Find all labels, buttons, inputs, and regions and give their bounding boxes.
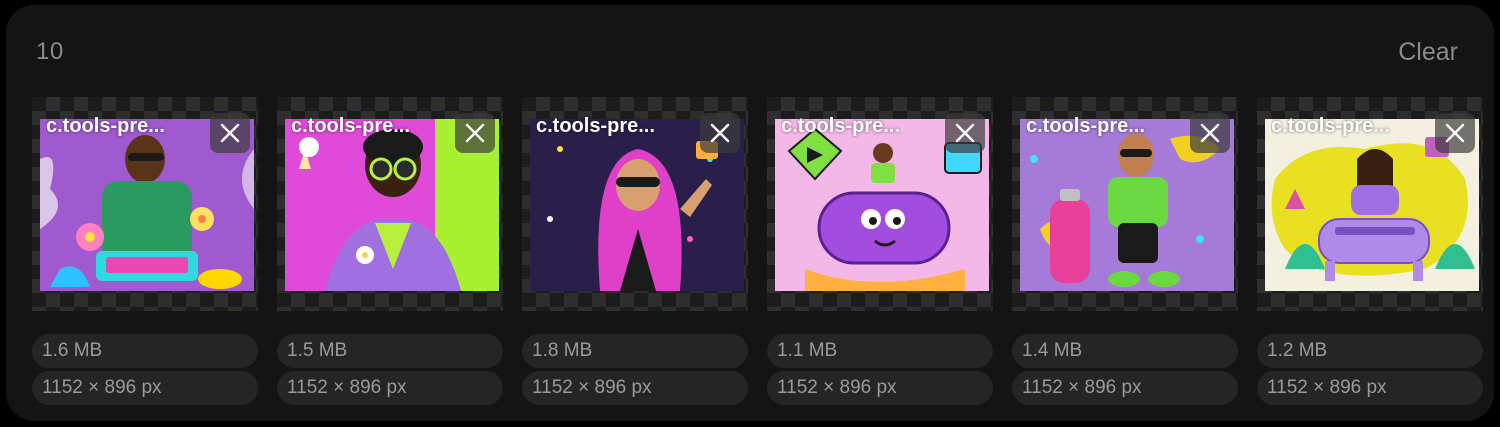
- remove-file-button[interactable]: [1190, 113, 1230, 153]
- file-size: 1.8 MB: [522, 334, 748, 368]
- file-name: c.tools-pre...: [781, 115, 900, 137]
- remove-file-button[interactable]: [700, 113, 740, 153]
- file-dimensions: 1152 × 896 px: [277, 371, 503, 405]
- file-dimensions: 1152 × 896 px: [522, 371, 748, 405]
- close-icon: [220, 123, 240, 143]
- remove-file-button[interactable]: [210, 113, 250, 153]
- close-icon: [1445, 123, 1465, 143]
- file-dimensions: 1152 × 896 px: [1257, 371, 1483, 405]
- file-card[interactable]: c.tools-pre... 1.1 MB 1152 × 896 px: [767, 97, 993, 405]
- file-card[interactable]: c.tools-pre... 1.2 MB 1152 × 896 px: [1257, 97, 1483, 405]
- file-dimensions: 1152 × 896 px: [767, 371, 993, 405]
- clear-button[interactable]: Clear: [1398, 38, 1458, 67]
- remove-file-button[interactable]: [945, 113, 985, 153]
- file-dimensions: 1152 × 896 px: [1012, 371, 1238, 405]
- file-count: 10: [36, 38, 64, 65]
- file-card[interactable]: c.tools-pre... 1.4 MB 1152 × 896 px: [1012, 97, 1238, 405]
- remove-file-button[interactable]: [1435, 113, 1475, 153]
- file-card[interactable]: c.tools-pre... 1.8 MB 1152 × 896 px: [522, 97, 748, 405]
- close-icon: [1200, 123, 1220, 143]
- thumbnail-strip[interactable]: c.tools-pre... 1.6 MB 1152 × 896 px c.to…: [32, 97, 1494, 407]
- file-name: c.tools-pre...: [46, 115, 165, 137]
- close-icon: [710, 123, 730, 143]
- remove-file-button[interactable]: [455, 113, 495, 153]
- close-icon: [955, 123, 975, 143]
- file-size: 1.6 MB: [32, 334, 258, 368]
- file-name: c.tools-pre...: [1026, 115, 1145, 137]
- close-icon: [465, 123, 485, 143]
- file-size: 1.4 MB: [1012, 334, 1238, 368]
- file-size: 1.5 MB: [277, 334, 503, 368]
- file-dimensions: 1152 × 896 px: [32, 371, 258, 405]
- file-card[interactable]: c.tools-pre... 1.5 MB 1152 × 896 px: [277, 97, 503, 405]
- file-size: 1.2 MB: [1257, 334, 1483, 368]
- file-card[interactable]: c.tools-pre... 1.6 MB 1152 × 896 px: [32, 97, 258, 405]
- uploads-panel: 10 Clear c.tools-pre... 1.6 MB 1152 × 89…: [6, 5, 1494, 421]
- file-name: c.tools-pre...: [291, 115, 410, 137]
- file-name: c.tools-pre...: [536, 115, 655, 137]
- file-name: c.tools-pre...: [1271, 115, 1390, 137]
- file-size: 1.1 MB: [767, 334, 993, 368]
